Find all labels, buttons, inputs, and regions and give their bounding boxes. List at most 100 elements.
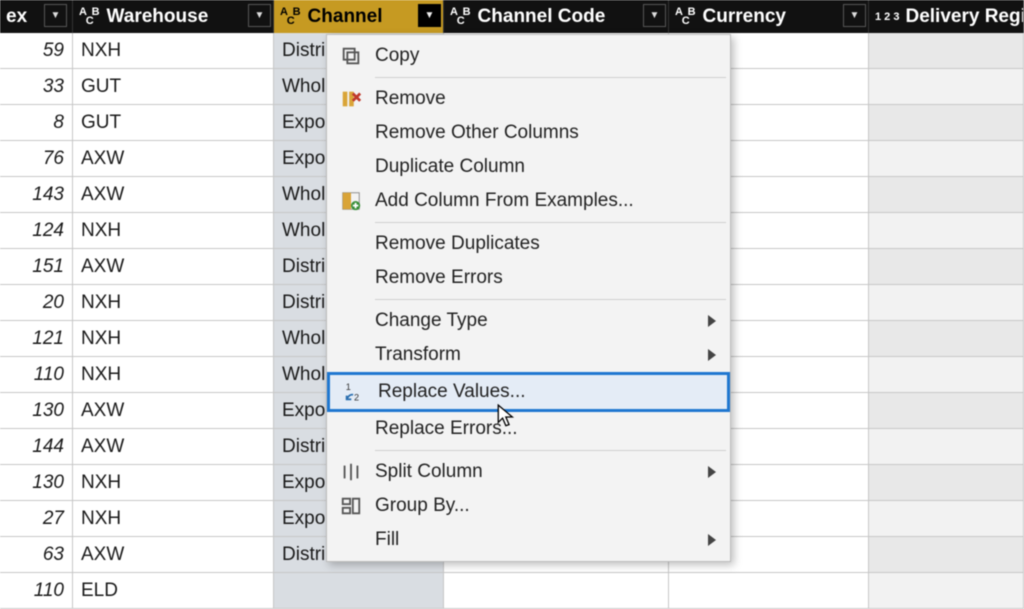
cell-channel-code[interactable] <box>444 573 669 608</box>
cell-index[interactable]: 59 <box>0 33 73 68</box>
cell-delivery-region[interactable] <box>869 429 1024 464</box>
column-header-warehouse[interactable]: A BC Warehouse ▼ <box>73 0 274 33</box>
header-label: Delivery Region <box>905 6 1024 28</box>
cell-index[interactable]: 151 <box>0 249 73 284</box>
text-type-icon: A BC <box>79 8 101 26</box>
menu-group-by[interactable]: Group By... <box>327 489 730 523</box>
cell-delivery-region[interactable] <box>869 285 1024 320</box>
separator <box>375 222 726 223</box>
cell-warehouse[interactable]: NXH <box>73 213 274 248</box>
menu-split-column[interactable]: Split Column <box>327 455 730 489</box>
menu-remove-duplicates[interactable]: Remove Duplicates <box>327 227 730 261</box>
menu-duplicate-column[interactable]: Duplicate Column <box>327 150 730 184</box>
number-type-icon: 1 2 3 <box>875 11 899 23</box>
cell-index[interactable]: 110 <box>0 573 73 608</box>
cell-delivery-region[interactable] <box>869 213 1024 248</box>
cell-delivery-region[interactable] <box>869 69 1024 104</box>
cell-index[interactable]: 27 <box>0 501 73 536</box>
cell-warehouse[interactable]: GUT <box>73 105 274 140</box>
cell-delivery-region[interactable] <box>869 537 1024 572</box>
cell-index[interactable]: 8 <box>0 105 73 140</box>
text-type-icon: A BC <box>450 8 472 26</box>
cell-delivery-region[interactable] <box>869 141 1024 176</box>
cell-warehouse[interactable]: ELD <box>73 573 274 608</box>
cell-index[interactable]: 121 <box>0 321 73 356</box>
cell-index[interactable]: 63 <box>0 537 73 572</box>
cell-delivery-region[interactable] <box>869 105 1024 140</box>
table-row[interactable]: 110ELD <box>0 573 1024 609</box>
cell-delivery-region[interactable] <box>869 177 1024 212</box>
filter-dropdown-icon[interactable]: ▼ <box>843 4 866 27</box>
header-label: ex <box>6 6 27 28</box>
menu-remove[interactable]: Remove <box>327 82 730 116</box>
submenu-arrow-icon <box>708 349 716 361</box>
cell-index[interactable]: 33 <box>0 69 73 104</box>
header-label: Warehouse <box>107 6 209 28</box>
filter-dropdown-icon[interactable]: ▼ <box>643 4 666 27</box>
cell-delivery-region[interactable] <box>869 249 1024 284</box>
cell-delivery-region[interactable] <box>869 573 1024 608</box>
menu-remove-other-columns[interactable]: Remove Other Columns <box>327 116 730 150</box>
column-context-menu: Copy Remove Remove Other Columns Duplica… <box>326 34 731 562</box>
cell-warehouse[interactable]: AXW <box>73 537 274 572</box>
cell-index[interactable]: 20 <box>0 285 73 320</box>
cell-warehouse[interactable]: AXW <box>73 141 274 176</box>
separator <box>375 299 726 300</box>
cell-warehouse[interactable]: NXH <box>73 501 274 536</box>
cell-channel[interactable] <box>274 573 444 608</box>
header-label: Channel <box>308 6 383 28</box>
menu-remove-errors[interactable]: Remove Errors <box>327 261 730 295</box>
menu-add-column-from-examples[interactable]: Add Column From Examples... <box>327 184 730 218</box>
menu-replace-errors[interactable]: Replace Errors... <box>327 412 730 446</box>
column-header-channel-code[interactable]: A BC Channel Code ▼ <box>444 0 669 33</box>
menu-fill[interactable]: Fill <box>327 523 730 557</box>
column-header-index[interactable]: ex ▼ <box>0 0 73 33</box>
menu-replace-values[interactable]: 1 2 Replace Values... <box>327 372 730 412</box>
cell-delivery-region[interactable] <box>869 393 1024 428</box>
submenu-arrow-icon <box>708 466 716 478</box>
cell-index[interactable]: 130 <box>0 393 73 428</box>
submenu-arrow-icon <box>708 534 716 546</box>
cell-index[interactable]: 130 <box>0 465 73 500</box>
menu-change-type[interactable]: Change Type <box>327 304 730 338</box>
cell-delivery-region[interactable] <box>869 33 1024 68</box>
cell-warehouse[interactable]: NXH <box>73 33 274 68</box>
cell-delivery-region[interactable] <box>869 465 1024 500</box>
add-column-examples-icon <box>327 190 375 212</box>
filter-dropdown-icon[interactable]: ▼ <box>248 4 271 27</box>
separator <box>375 450 726 451</box>
copy-icon <box>327 45 375 67</box>
header-label: Channel Code <box>478 6 606 28</box>
column-header-row: ex ▼ A BC Warehouse ▼ A BC Channel ▼ A B… <box>0 0 1024 33</box>
cell-index[interactable]: 76 <box>0 141 73 176</box>
cell-warehouse[interactable]: AXW <box>73 393 274 428</box>
menu-transform[interactable]: Transform <box>327 338 730 372</box>
cell-delivery-region[interactable] <box>869 357 1024 392</box>
column-header-channel[interactable]: A BC Channel ▼ <box>274 0 444 33</box>
svg-text:1: 1 <box>346 382 351 392</box>
cell-delivery-region[interactable] <box>869 501 1024 536</box>
cell-index[interactable]: 124 <box>0 213 73 248</box>
cell-warehouse[interactable]: NXH <box>73 357 274 392</box>
cell-warehouse[interactable]: AXW <box>73 249 274 284</box>
cell-warehouse[interactable]: AXW <box>73 177 274 212</box>
header-label: Currency <box>703 6 786 28</box>
column-header-currency[interactable]: A BC Currency ▼ <box>669 0 869 33</box>
cell-warehouse[interactable]: AXW <box>73 429 274 464</box>
cell-warehouse[interactable]: NXH <box>73 285 274 320</box>
cell-warehouse[interactable]: NXH <box>73 321 274 356</box>
cell-currency[interactable] <box>669 573 869 608</box>
filter-dropdown-icon[interactable]: ▼ <box>44 4 67 27</box>
cell-index[interactable]: 144 <box>0 429 73 464</box>
cell-delivery-region[interactable] <box>869 321 1024 356</box>
separator <box>375 77 726 78</box>
menu-copy[interactable]: Copy <box>327 39 730 73</box>
column-header-delivery-region[interactable]: 1 2 3 Delivery Region <box>869 0 1024 33</box>
cell-index[interactable]: 110 <box>0 357 73 392</box>
split-column-icon <box>327 461 375 483</box>
cell-warehouse[interactable]: GUT <box>73 69 274 104</box>
group-by-icon <box>327 495 375 517</box>
filter-dropdown-icon[interactable]: ▼ <box>418 4 441 27</box>
cell-warehouse[interactable]: NXH <box>73 465 274 500</box>
cell-index[interactable]: 143 <box>0 177 73 212</box>
